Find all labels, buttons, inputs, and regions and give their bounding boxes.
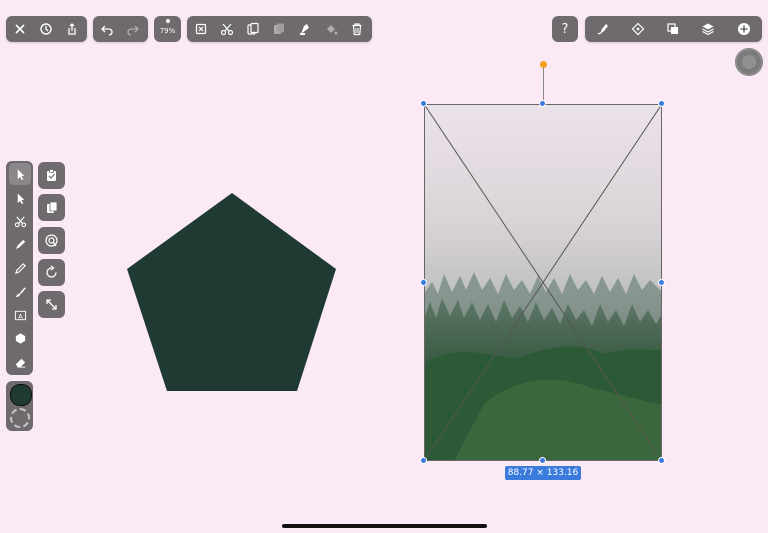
resize-handle-top[interactable]: [539, 100, 546, 107]
resize-handle-bottom-right[interactable]: [658, 457, 665, 464]
rotation-handle[interactable]: [540, 61, 547, 68]
resize-handle-bottom-left[interactable]: [420, 457, 427, 464]
resize-handle-right[interactable]: [658, 279, 665, 286]
forest-image[interactable]: [424, 104, 662, 461]
resize-handle-bottom[interactable]: [539, 457, 546, 464]
resize-handle-top-left[interactable]: [420, 100, 427, 107]
forest-photo-art: [424, 104, 662, 461]
resize-handle-left[interactable]: [420, 279, 427, 286]
resize-handle-top-right[interactable]: [658, 100, 665, 107]
selection-dimensions-label: 88.77 × 133.16: [505, 466, 581, 480]
home-indicator[interactable]: [282, 524, 487, 528]
rotation-guide-line: [543, 66, 544, 104]
